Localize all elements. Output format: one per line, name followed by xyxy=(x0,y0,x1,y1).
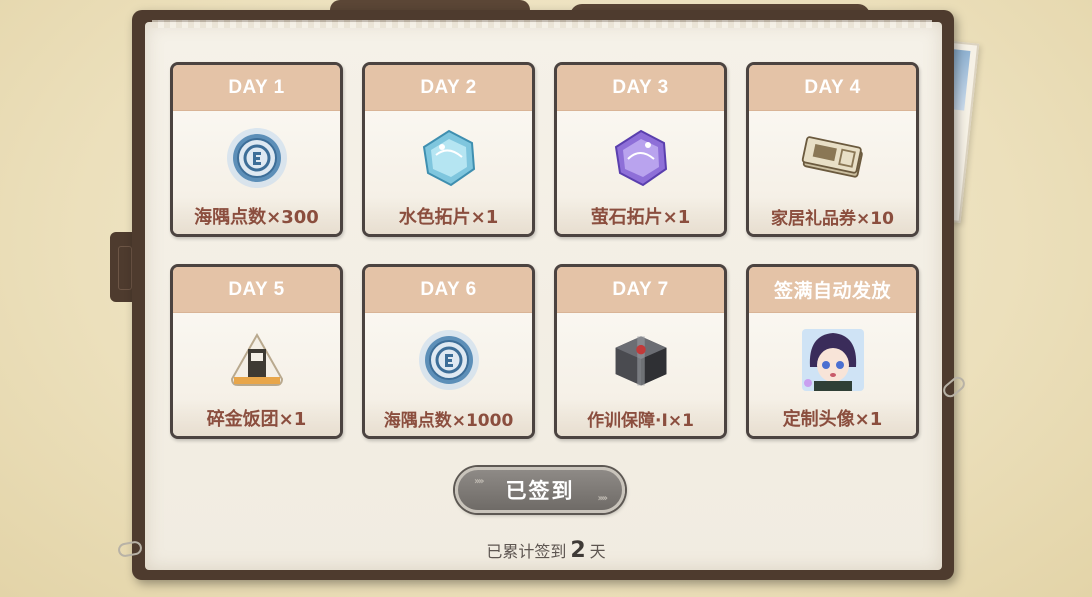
card-body: 海隅点数×300 xyxy=(173,111,340,234)
avatar-icon xyxy=(800,327,866,393)
card-body: 水色拓片×1 xyxy=(365,111,532,234)
reward-card-day-6[interactable]: DAY 6 海隅点数×1000 xyxy=(362,264,535,439)
reward-card-day-5[interactable]: DAY 5 碎金饭团×1 xyxy=(170,264,343,439)
card-day-label: 签满自动发放 xyxy=(749,267,916,313)
coin-icon xyxy=(416,327,482,393)
reward-label: 水色拓片×1 xyxy=(398,207,499,228)
card-body: 萤石拓片×1 xyxy=(557,111,724,234)
paper-edge xyxy=(152,20,932,28)
card-day-label: DAY 1 xyxy=(173,65,340,111)
supply-box-icon xyxy=(608,327,674,393)
card-body: 碎金饭团×1 xyxy=(173,313,340,436)
card-body: 定制头像×1 xyxy=(749,313,916,436)
card-body: 作训保障·Ⅰ×1 xyxy=(557,313,724,436)
blue-tile-icon xyxy=(416,125,482,191)
purple-tile-icon xyxy=(608,125,674,191)
reward-label: 定制头像×1 xyxy=(782,409,883,430)
signed-in-button[interactable]: ›››› 已签到 ›››› xyxy=(455,467,625,513)
signed-in-label: 已签到 xyxy=(505,478,575,503)
card-day-label: DAY 2 xyxy=(365,65,532,111)
cumulative-count: 2 xyxy=(570,538,586,563)
rice-ball-icon xyxy=(224,327,290,393)
chevrons-right-icon: ›››› xyxy=(474,476,485,487)
cumulative-prefix: 已累计签到 xyxy=(486,542,567,561)
card-body: 家居礼品券×10 xyxy=(749,111,916,234)
reward-card-day-4[interactable]: DAY 4 家居礼品券×10 xyxy=(746,62,919,237)
reward-card-completion[interactable]: 签满自动发放 定制头像×1 xyxy=(746,264,919,439)
card-day-label: DAY 6 xyxy=(365,267,532,313)
reward-label: 家居礼品券×10 xyxy=(771,209,894,229)
reward-card-day-3[interactable]: DAY 3 萤石拓片×1 xyxy=(554,62,727,237)
reward-label: 海隅点数×300 xyxy=(194,207,319,228)
reward-card-day-2[interactable]: DAY 2 水色拓片×1 xyxy=(362,62,535,237)
reward-label: 碎金饭团×1 xyxy=(206,409,307,430)
reward-label: 海隅点数×1000 xyxy=(383,411,514,431)
card-day-label: DAY 3 xyxy=(557,65,724,111)
card-day-label: DAY 4 xyxy=(749,65,916,111)
chevrons-right-icon: ›››› xyxy=(597,493,609,504)
card-body: 海隅点数×1000 xyxy=(365,313,532,436)
cumulative-sign-in-text: 已累计签到 2 天 xyxy=(0,538,1092,563)
reward-label: 作训保障·Ⅰ×1 xyxy=(587,411,694,431)
reward-label: 萤石拓片×1 xyxy=(590,207,691,228)
reward-card-day-1[interactable]: DAY 1 海隅点数×300 xyxy=(170,62,343,237)
coin-icon xyxy=(224,125,290,191)
card-day-label: DAY 5 xyxy=(173,267,340,313)
card-day-label: DAY 7 xyxy=(557,267,724,313)
reward-card-day-7[interactable]: DAY 7 作训保障·Ⅰ×1 xyxy=(554,264,727,439)
cumulative-suffix: 天 xyxy=(589,542,606,561)
reward-grid: DAY 1 海隅点数×300 DAY 2 水色拓片×1 DAY 3 萤石拓片×1… xyxy=(170,62,920,440)
ticket-icon xyxy=(800,125,866,191)
